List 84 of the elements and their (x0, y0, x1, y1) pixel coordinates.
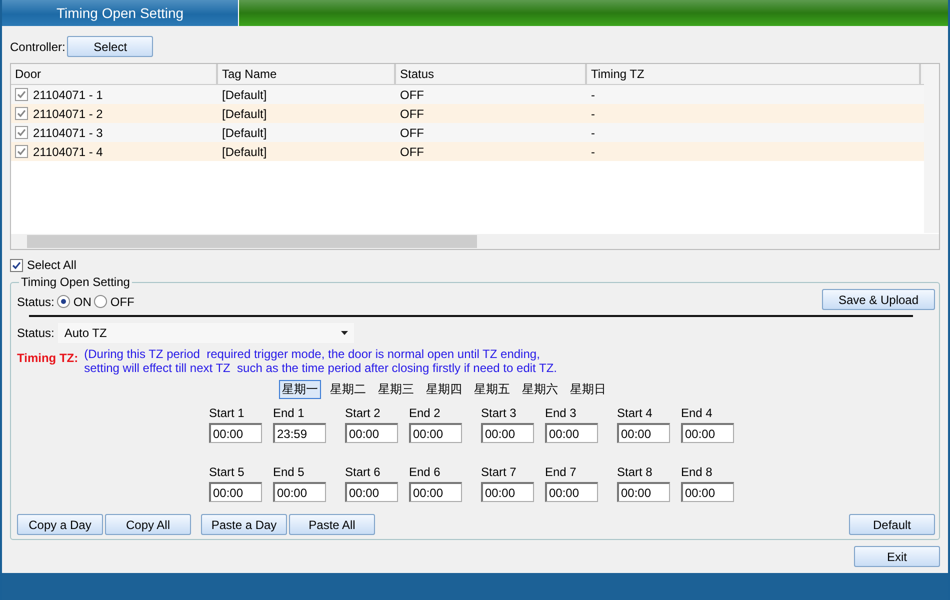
slot-label: Start 8 (617, 465, 654, 479)
day-tab[interactable]: 星期二 (327, 380, 369, 399)
slot-label: End 3 (545, 406, 578, 420)
checkbox[interactable] (10, 258, 23, 272)
time-field[interactable]: 00:00 (617, 423, 670, 443)
table-cell: 21104071 - 1 (33, 88, 103, 102)
day-tab[interactable]: 星期一 (279, 380, 321, 399)
slot-label: Start 6 (345, 465, 382, 479)
table-cell: OFF (400, 144, 424, 158)
table-cell: OFF (400, 106, 424, 120)
dropdown-caret-icon (341, 331, 348, 335)
day-tab[interactable]: 星期六 (519, 380, 561, 399)
slot-label: Start 3 (481, 406, 518, 420)
panel-title: Timing Open Setting (19, 275, 132, 289)
table-cell: - (591, 144, 595, 158)
copy-button[interactable]: Copy All (105, 514, 191, 535)
time-field[interactable]: 00:00 (681, 423, 734, 443)
time-field[interactable]: 00:00 (273, 482, 326, 502)
controller-label: Controller: (10, 40, 66, 54)
slot-label: End 6 (409, 465, 442, 479)
checkbox[interactable] (15, 88, 28, 101)
time-field[interactable]: 00:00 (545, 423, 598, 443)
day-tab[interactable]: 星期三 (375, 380, 417, 399)
note-text: (During this TZ period required trigger mode, the door is normal open until TZ ending, (84, 347, 541, 361)
table-cell: [Default] (222, 126, 267, 140)
table-cell: - (591, 106, 595, 120)
table-cell: - (591, 88, 595, 102)
radio-button[interactable] (57, 295, 70, 308)
select-all-label: Select All (27, 258, 76, 272)
slot-label: Start 5 (209, 465, 246, 479)
window-title[interactable]: Timing Open Setting (2, 0, 239, 26)
time-field[interactable]: 00:00 (209, 423, 262, 443)
time-field[interactable]: 00:00 (409, 482, 462, 502)
day-tab[interactable]: 星期五 (471, 380, 513, 399)
slot-label: Start 2 (345, 406, 382, 420)
slot-label: End 2 (409, 406, 442, 420)
time-field[interactable]: 00:00 (481, 482, 534, 502)
time-field[interactable]: 00:00 (409, 423, 462, 443)
default-button[interactable]: Default (849, 514, 935, 535)
day-tab[interactable]: 星期日 (567, 380, 609, 399)
status-label: Status: (17, 294, 54, 308)
checkbox[interactable] (15, 145, 28, 158)
day-tab[interactable]: 星期四 (423, 380, 465, 399)
slot-label: End 5 (273, 465, 306, 479)
horizontal-scrollbar[interactable] (11, 234, 939, 249)
slot-label: Start 7 (481, 465, 518, 479)
table-cell: 21104071 - 3 (33, 126, 103, 140)
note-text: setting will effect till next TZ such as the time period after closing firstly if need to edit TZ. (84, 361, 557, 375)
select-button[interactable]: Select (67, 36, 154, 57)
slot-label: End 7 (545, 465, 578, 479)
exit-button[interactable]: Exit (854, 546, 940, 567)
table-cell: - (591, 126, 595, 140)
slot-label: Start 4 (617, 406, 654, 420)
save-upload-button[interactable]: Save & Upload (822, 289, 935, 310)
time-field[interactable]: 00:00 (617, 482, 670, 502)
time-field[interactable]: 00:00 (209, 482, 262, 502)
time-field[interactable]: 00:00 (481, 423, 534, 443)
slot-label: End 8 (681, 465, 714, 479)
paste-button[interactable]: Paste a Day (201, 514, 287, 535)
slot-label: End 4 (681, 406, 714, 420)
table-cell: 21104071 - 4 (33, 144, 103, 158)
time-field[interactable]: 00:00 (345, 423, 398, 443)
time-field[interactable]: 00:00 (345, 482, 398, 502)
table-cell: [Default] (222, 88, 267, 102)
status-label: Status: (17, 326, 54, 340)
time-field[interactable]: 23:59 (273, 423, 326, 443)
table-cell: [Default] (222, 106, 267, 120)
checkbox[interactable] (15, 107, 28, 120)
radio-label: OFF (110, 294, 134, 308)
radio-label: ON (73, 294, 92, 308)
time-field[interactable]: 00:00 (681, 482, 734, 502)
table-cell: OFF (400, 88, 424, 102)
time-field[interactable]: 00:00 (545, 482, 598, 502)
status-dropdown[interactable]: Auto TZ (58, 323, 354, 343)
slot-label: Start 1 (209, 406, 246, 420)
radio-button[interactable] (94, 295, 108, 308)
table-cell: 21104071 - 2 (33, 106, 103, 120)
copy-button[interactable]: Copy a Day (17, 514, 103, 535)
slot-label: End 1 (273, 406, 306, 420)
timing-tz-label: Timing TZ: (17, 351, 78, 365)
paste-button[interactable]: Paste All (289, 514, 375, 535)
table-cell: [Default] (222, 144, 267, 158)
table-cell: OFF (400, 126, 424, 140)
checkbox[interactable] (15, 126, 28, 139)
